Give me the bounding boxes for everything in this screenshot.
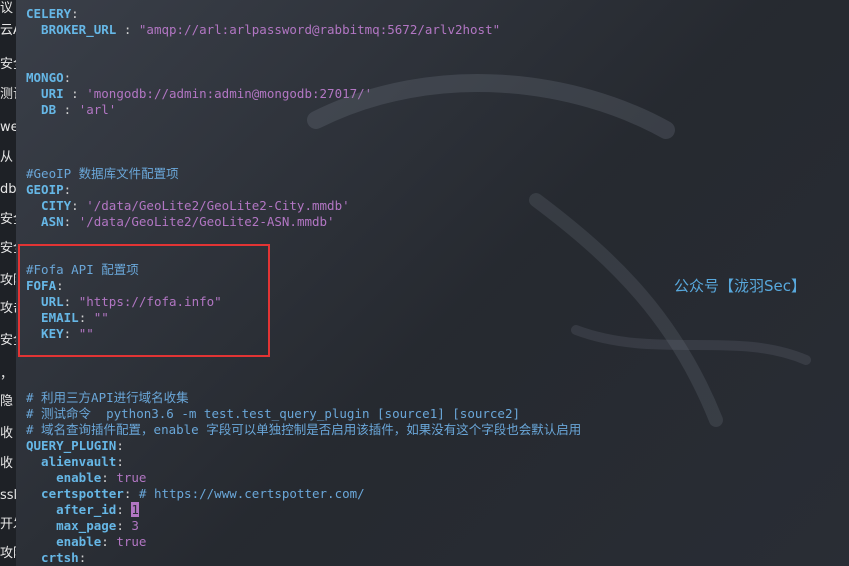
yaml-comment: #GeoIP 数据库文件配置项 <box>26 166 179 181</box>
background-window-text: ， <box>0 367 14 382</box>
background-window-text: 收 <box>0 426 14 441</box>
yaml-key: DB <box>26 102 57 117</box>
fofa-config-highlight <box>18 244 270 357</box>
background-window-text: db和 <box>0 182 16 197</box>
background-window-text: 从 <box>0 150 14 165</box>
background-window-text: web <box>0 120 16 135</box>
yaml-punct: : <box>116 454 124 469</box>
code-line: # 利用三方API进行域名收集 <box>26 390 581 406</box>
yaml-key: QUERY_PLUGIN <box>26 438 117 453</box>
yaml-punct: : <box>71 198 87 213</box>
yaml-punct: : <box>56 102 79 117</box>
yaml-punct: : <box>101 470 117 485</box>
code-line: ASN: '/data/GeoLite2/GeoLite2-ASN.mmdb' <box>26 214 581 230</box>
yaml-value: 'arl' <box>78 102 117 117</box>
yaml-key: after_id <box>26 502 117 517</box>
yaml-punct: : <box>63 86 87 101</box>
code-line: URI : 'mongodb://admin:admin@mongodb:270… <box>26 86 581 102</box>
yaml-value: '/data/GeoLite2/GeoLite2-City.mmdb' <box>86 198 350 213</box>
yaml-comment: # 域名查询插件配置，enable 字段可以单独控制是否启用该插件，如果没有这个… <box>26 422 582 437</box>
text-cursor: 1 <box>131 502 139 517</box>
yaml-punct: : <box>101 534 117 549</box>
background-window-text: 议 <box>0 1 14 16</box>
code-line: crtsh: <box>26 550 581 566</box>
code-line: MONGO: <box>26 70 581 86</box>
yaml-value: "amqp://arl:arlpassword@rabbitmq:5672/ar… <box>138 22 501 37</box>
yaml-key: certspotter <box>26 486 124 501</box>
yaml-value: true <box>116 470 147 485</box>
yaml-key: alienvault <box>26 454 117 469</box>
yaml-key: MONGO <box>26 70 64 85</box>
yaml-key: enable <box>26 534 102 549</box>
yaml-key: max_page <box>26 518 117 533</box>
yaml-value: 3 <box>131 518 139 533</box>
yaml-punct: : <box>123 486 139 501</box>
yaml-value: true <box>116 534 147 549</box>
background-window-text: 攻防 <box>0 273 16 288</box>
yaml-punct: : <box>78 550 87 565</box>
code-line: enable: true <box>26 534 581 550</box>
yaml-value: 'mongodb://admin:admin@mongodb:27017/' <box>86 86 373 101</box>
code-line: BROKER_URL : "amqp://arl:arlpassword@rab… <box>26 22 581 38</box>
code-line: #GeoIP 数据库文件配置项 <box>26 166 581 182</box>
code-line: alienvault: <box>26 454 581 470</box>
background-window-text: 云A <box>0 23 16 38</box>
yaml-key: ASN <box>26 214 64 229</box>
code-line: GEOIP: <box>26 182 581 198</box>
code-line: certspotter: # https://www.certspotter.c… <box>26 486 581 502</box>
background-window-text: 开发 <box>0 517 16 532</box>
background-window-strip: 议云A安全测试web从db和安全安全攻防攻击安全，隐收收ssl开发攻防 <box>0 0 16 566</box>
code-line: CELERY: <box>26 6 581 22</box>
yaml-key: GEOIP <box>26 182 64 197</box>
code-line: enable: true <box>26 470 581 486</box>
background-window-text: ssl <box>0 488 16 503</box>
yaml-key: BROKER_URL <box>26 22 117 37</box>
background-window-text: 攻防 <box>0 546 16 561</box>
code-line: after_id: 1 <box>26 502 581 518</box>
yaml-key: crtsh <box>26 550 79 565</box>
yaml-punct: : <box>63 70 72 85</box>
yaml-punct: : <box>116 502 132 517</box>
yaml-key: CELERY <box>26 6 72 21</box>
yaml-punct: : <box>116 518 132 533</box>
background-window-text: 攻击 <box>0 301 16 316</box>
code-line: # 域名查询插件配置，enable 字段可以单独控制是否启用该插件，如果没有这个… <box>26 422 581 438</box>
yaml-punct: : <box>116 438 124 453</box>
yaml-key: enable <box>26 470 102 485</box>
watermark-text: 公众号【泷羽Sec】 <box>674 277 806 295</box>
background-window-text: 隐 <box>0 394 14 409</box>
code-line: # 测试命令 python3.6 -m test.test_query_plug… <box>26 406 581 422</box>
background-window-text: 测试 <box>0 87 16 102</box>
background-window-text: 安全 <box>0 241 16 256</box>
background-window-text: 安全 <box>0 333 16 348</box>
yaml-punct: : <box>71 6 79 21</box>
yaml-comment: # 利用三方API进行域名收集 <box>26 390 189 405</box>
code-line: QUERY_PLUGIN: <box>26 438 581 454</box>
yaml-comment: # 测试命令 python3.6 -m test.test_query_plug… <box>26 406 521 421</box>
yaml-key: CITY <box>26 198 72 213</box>
code-line: CITY: '/data/GeoLite2/GeoLite2-City.mmdb… <box>26 198 581 214</box>
background-window-text: 安全 <box>0 57 16 72</box>
yaml-punct: : <box>116 22 139 37</box>
background-window-text: 安全 <box>0 212 16 227</box>
code-line: DB : 'arl' <box>26 102 581 118</box>
code-line: max_page: 3 <box>26 518 581 534</box>
yaml-punct: : <box>63 182 72 197</box>
yaml-comment: # https://www.certspotter.com/ <box>138 486 365 501</box>
background-window-text: 收 <box>0 456 14 471</box>
yaml-punct: : <box>63 214 79 229</box>
yaml-key: URI <box>26 86 64 101</box>
yaml-value: '/data/GeoLite2/GeoLite2-ASN.mmdb' <box>78 214 335 229</box>
